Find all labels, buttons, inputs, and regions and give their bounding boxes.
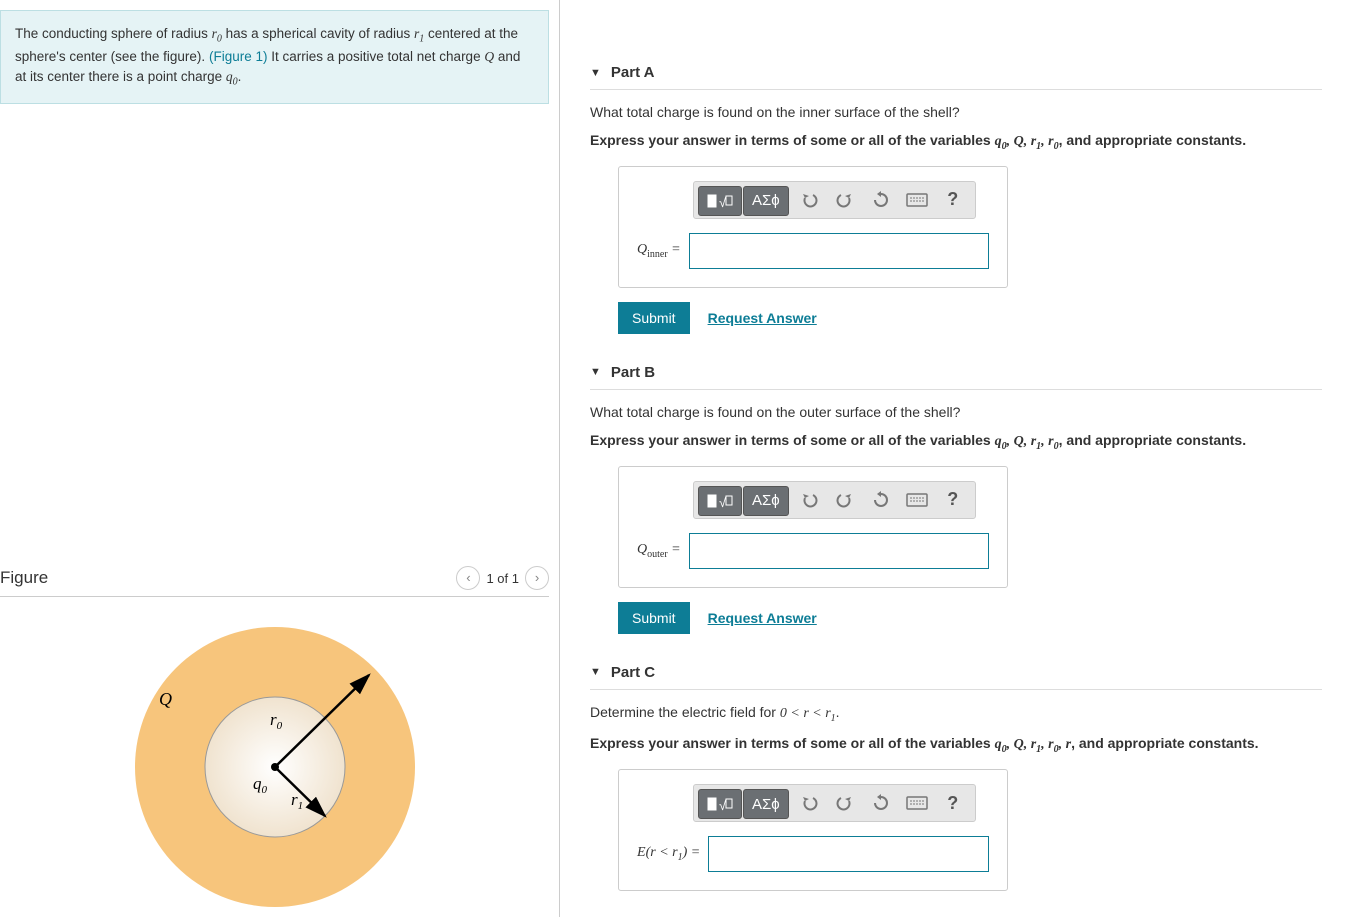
undo-button[interactable] bbox=[791, 186, 827, 214]
part-b-question: What total charge is found on the outer … bbox=[590, 404, 1322, 420]
reset-button[interactable] bbox=[863, 789, 899, 817]
figure-header: Figure ‹ 1 of 1 › bbox=[0, 560, 549, 597]
templates-button[interactable]: √ bbox=[698, 486, 742, 516]
part-a-lhs: Qinner = bbox=[637, 242, 681, 260]
part-label: Part B bbox=[611, 364, 655, 381]
figure-link[interactable]: (Figure 1) bbox=[209, 49, 268, 64]
keyboard-button[interactable] bbox=[899, 789, 935, 817]
help-button[interactable]: ? bbox=[935, 789, 971, 817]
part-c: ▼ Part C Determine the electric field fo… bbox=[590, 660, 1322, 892]
help-button[interactable]: ? bbox=[935, 486, 971, 514]
collapse-icon: ▼ bbox=[590, 67, 601, 79]
part-a-header[interactable]: ▼ Part A bbox=[590, 60, 1322, 90]
prev-figure-button[interactable]: ‹ bbox=[456, 566, 480, 590]
part-a-question: What total charge is found on the inner … bbox=[590, 104, 1322, 120]
redo-button[interactable] bbox=[827, 789, 863, 817]
var-r1: r1 bbox=[414, 26, 424, 41]
figure-pager: ‹ 1 of 1 › bbox=[456, 566, 549, 590]
text: has a spherical cavity of radius bbox=[222, 26, 414, 41]
part-b: ▼ Part B What total charge is found on t… bbox=[590, 360, 1322, 634]
problem-statement: The conducting sphere of radius r0 has a… bbox=[0, 10, 549, 104]
part-a-submit-button[interactable]: Submit bbox=[618, 302, 690, 334]
part-a-request-answer-link[interactable]: Request Answer bbox=[708, 310, 817, 326]
keyboard-button[interactable] bbox=[899, 186, 935, 214]
part-c-input[interactable] bbox=[708, 836, 989, 872]
part-b-submit-button[interactable]: Submit bbox=[618, 602, 690, 634]
keyboard-button[interactable] bbox=[899, 486, 935, 514]
part-b-hint: Express your answer in terms of some or … bbox=[590, 432, 1322, 452]
part-c-lhs: E(r < r1) = bbox=[637, 845, 700, 863]
var-r0: r0 bbox=[212, 26, 222, 41]
equation-toolbar: √ ΑΣϕ ? bbox=[693, 481, 976, 519]
greek-button[interactable]: ΑΣϕ bbox=[743, 789, 789, 819]
part-b-lhs: Qouter = bbox=[637, 542, 681, 560]
undo-button[interactable] bbox=[791, 789, 827, 817]
part-a-answerbox: √ ΑΣϕ ? Qinner = bbox=[618, 166, 1008, 288]
fig-label-Q: Q bbox=[159, 689, 172, 709]
reset-button[interactable] bbox=[863, 186, 899, 214]
text: . bbox=[238, 69, 242, 84]
part-c-answerbox: √ ΑΣϕ ? E(r < r1) = bbox=[618, 769, 1008, 891]
next-figure-button[interactable]: › bbox=[525, 566, 549, 590]
help-button[interactable]: ? bbox=[935, 186, 971, 214]
templates-button[interactable]: √ bbox=[698, 789, 742, 819]
var-Q: Q bbox=[484, 49, 494, 64]
equation-toolbar: √ ΑΣϕ ? bbox=[693, 181, 976, 219]
undo-button[interactable] bbox=[791, 486, 827, 514]
part-label: Part C bbox=[611, 664, 655, 681]
var-q0: q0 bbox=[226, 69, 238, 84]
collapse-icon: ▼ bbox=[590, 666, 601, 678]
text: The conducting sphere of radius bbox=[15, 26, 212, 41]
part-a-input[interactable] bbox=[689, 233, 989, 269]
part-label: Part A bbox=[611, 64, 655, 81]
redo-button[interactable] bbox=[827, 186, 863, 214]
collapse-icon: ▼ bbox=[590, 366, 601, 378]
pager-text: 1 of 1 bbox=[486, 571, 519, 586]
figure-diagram: Q r0 r1 q0 bbox=[125, 617, 425, 917]
part-b-header[interactable]: ▼ Part B bbox=[590, 360, 1322, 390]
part-b-answerbox: √ ΑΣϕ ? Qouter = bbox=[618, 466, 1008, 588]
part-b-request-answer-link[interactable]: Request Answer bbox=[708, 610, 817, 626]
greek-button[interactable]: ΑΣϕ bbox=[743, 186, 789, 216]
greek-button[interactable]: ΑΣϕ bbox=[743, 486, 789, 516]
equation-toolbar: √ ΑΣϕ ? bbox=[693, 784, 976, 822]
part-b-input[interactable] bbox=[689, 533, 989, 569]
reset-button[interactable] bbox=[863, 486, 899, 514]
part-c-header[interactable]: ▼ Part C bbox=[590, 660, 1322, 690]
templates-button[interactable]: √ bbox=[698, 186, 742, 216]
part-c-question: Determine the electric field for 0 < r <… bbox=[590, 704, 1322, 724]
part-a-hint: Express your answer in terms of some or … bbox=[590, 132, 1322, 152]
part-a: ▼ Part A What total charge is found on t… bbox=[590, 60, 1322, 334]
text: It carries a positive total net charge bbox=[267, 49, 484, 64]
figure-title: Figure bbox=[0, 568, 48, 588]
redo-button[interactable] bbox=[827, 486, 863, 514]
part-c-hint: Express your answer in terms of some or … bbox=[590, 735, 1322, 755]
